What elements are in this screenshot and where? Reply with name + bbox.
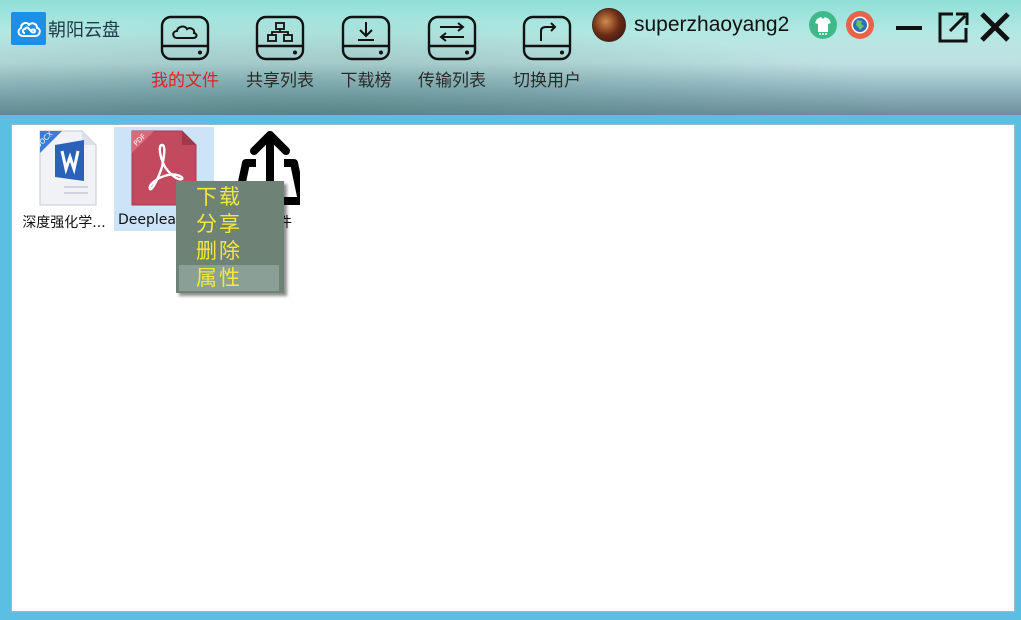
avatar[interactable] [592,8,626,42]
toolbar-label: 切换用户 [513,71,581,91]
switch-user-drive-icon [522,15,572,61]
toolbar-label: 传输列表 [418,71,486,91]
minimize-icon[interactable] [893,10,925,42]
vip-shirt-icon[interactable] [808,10,838,40]
globe-badge-icon[interactable] [845,10,875,40]
user-info[interactable]: superzhaoyang2 [592,8,789,42]
share-drive-icon [255,15,305,61]
context-menu: 下载 分享 删除 属性 [176,181,284,293]
username: superzhaoyang2 [634,13,790,36]
file-item-docx[interactable]: DOCX 深度强化学... [16,127,112,231]
file-name: 深度强化学... [22,215,106,231]
toolbar-label: 下载榜 [340,71,392,91]
toolbar-label: 共享列表 [246,71,314,91]
transfer-drive-icon [427,15,477,61]
cloud-logo-icon [11,12,46,45]
toolbar-transfer-list[interactable]: 传输列表 [412,14,492,91]
app-logo: 朝阳云盘 [11,12,120,45]
word-file-icon [39,130,97,206]
toolbar-switch-user[interactable]: 切换用户 [507,14,587,91]
popout-icon[interactable] [937,10,969,44]
app-title: 朝阳云盘 [48,19,120,41]
cloud-drive-icon [160,15,210,61]
toolbar-download-rank[interactable]: 下载榜 [326,14,406,91]
menu-item-delete[interactable]: 删除 [179,238,279,264]
toolbar-share-list[interactable]: 共享列表 [240,14,320,91]
download-drive-icon [341,15,391,61]
toolbar-my-files[interactable]: 我的文件 [145,14,225,91]
toolbar-label: 我的文件 [151,71,219,91]
menu-item-share[interactable]: 分享 [179,211,279,237]
file-list-panel[interactable]: DOCX 深度强化学... PDF Deeplea 件 [11,124,1015,612]
menu-item-properties[interactable]: 属性 [179,265,279,291]
close-icon[interactable] [978,10,1012,44]
menu-item-download[interactable]: 下载 [179,184,279,210]
